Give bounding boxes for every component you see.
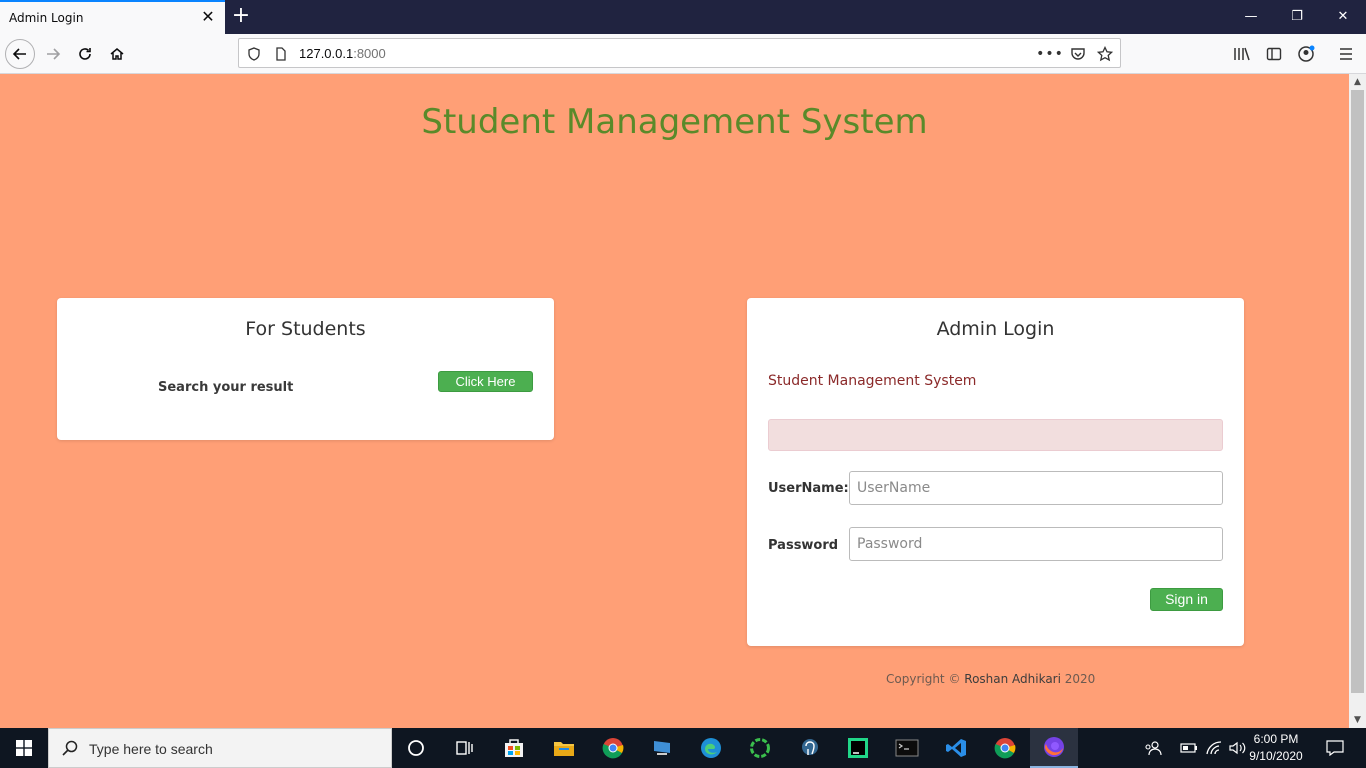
password-input[interactable]	[849, 527, 1223, 561]
forward-button[interactable]	[38, 39, 68, 69]
url-port: :8000	[353, 46, 386, 61]
sidebar-icon[interactable]	[1263, 43, 1285, 65]
menu-icon[interactable]	[1335, 43, 1357, 65]
home-button[interactable]	[102, 39, 132, 69]
close-window-button[interactable]: ✕	[1320, 0, 1366, 34]
vscode-icon[interactable]	[932, 728, 980, 768]
page-content: Student Management System For Students S…	[0, 74, 1349, 728]
admin-login-card: Admin Login Student Management System Us…	[747, 298, 1244, 646]
navigation-toolbar: 127.0.0.1:8000 •••	[0, 34, 1366, 74]
bookmark-star-icon[interactable]	[1096, 45, 1114, 63]
tab-close-icon[interactable]: ✕	[199, 8, 217, 26]
task-view-icon[interactable]	[440, 728, 488, 768]
copyright-year: 2020	[1060, 672, 1096, 686]
clock-date: 9/10/2020	[1249, 749, 1303, 763]
page-actions-icon[interactable]: •••	[1036, 45, 1063, 63]
new-tab-button[interactable]: +	[230, 4, 252, 28]
postgresql-icon[interactable]	[786, 728, 834, 768]
reload-button[interactable]	[70, 39, 100, 69]
clock-time: 6:00 PM	[1253, 732, 1299, 746]
file-explorer-icon[interactable]	[540, 728, 588, 768]
forward-arrow-icon	[47, 48, 61, 60]
page-info-icon[interactable]	[272, 45, 290, 63]
people-icon[interactable]	[1140, 728, 1166, 768]
tab-bar: Admin Login ✕ + — ❐ ✕	[0, 0, 1366, 34]
sign-in-button[interactable]: Sign in	[1150, 588, 1223, 611]
students-card-heading: For Students	[245, 318, 366, 340]
restore-button[interactable]: ❐	[1274, 0, 1320, 34]
tab-title: Admin Login	[9, 11, 84, 25]
windows-taskbar: Type here to search 6:00 PM 9/10/2020	[0, 728, 1366, 768]
firefox-icon[interactable]	[1030, 728, 1078, 768]
students-card: For Students Search your result Click He…	[57, 298, 554, 440]
tab-admin-login[interactable]: Admin Login ✕	[0, 0, 225, 34]
library-icon[interactable]	[1231, 43, 1253, 65]
wifi-icon[interactable]	[1204, 728, 1226, 768]
username-label: UserName:	[768, 481, 849, 496]
pocket-icon[interactable]	[1069, 45, 1087, 63]
home-icon	[110, 48, 124, 60]
terminal-icon[interactable]	[883, 728, 931, 768]
scroll-thumb[interactable]	[1351, 90, 1364, 693]
copyright-prefix: Copyright ©	[886, 672, 965, 686]
cortana-icon[interactable]	[392, 728, 440, 768]
account-icon[interactable]	[1295, 43, 1317, 65]
admin-login-heading: Admin Login	[936, 318, 1055, 340]
copyright-footer: Copyright © Roshan Adhikari 2020	[886, 672, 1095, 686]
chrome-icon[interactable]	[589, 728, 637, 768]
alert-message-box	[768, 419, 1223, 451]
admin-subtitle: Student Management System	[768, 373, 977, 389]
search-placeholder: Type here to search	[89, 741, 213, 757]
scroll-up-icon[interactable]: ▲	[1349, 74, 1366, 90]
reload-icon	[79, 48, 91, 60]
url-host: 127.0.0.1	[299, 46, 354, 61]
click-here-button[interactable]: Click Here	[438, 371, 533, 392]
system-clock[interactable]: 6:00 PM 9/10/2020	[1242, 731, 1310, 765]
start-button[interactable]	[0, 728, 48, 768]
pycharm-icon[interactable]	[834, 728, 882, 768]
back-button[interactable]	[5, 39, 35, 69]
taskbar-search[interactable]: Type here to search	[48, 728, 392, 768]
username-input[interactable]	[849, 471, 1223, 505]
back-arrow-icon	[12, 48, 26, 60]
minimize-button[interactable]: —	[1228, 0, 1274, 34]
search-icon	[62, 740, 78, 756]
url-text[interactable]: 127.0.0.1:8000	[299, 46, 386, 61]
sync-app-icon[interactable]	[736, 728, 784, 768]
chrome-icon-2[interactable]	[981, 728, 1029, 768]
edge-icon[interactable]	[687, 728, 735, 768]
address-bar[interactable]: 127.0.0.1:8000 •••	[238, 38, 1121, 68]
battery-icon[interactable]	[1178, 728, 1200, 768]
tracking-shield-icon[interactable]	[245, 45, 263, 63]
page-scrollbar[interactable]: ▲ ▼	[1349, 74, 1366, 728]
windows-logo-icon	[16, 740, 32, 756]
password-label: Password	[768, 538, 839, 553]
notification-icon[interactable]	[1320, 728, 1350, 768]
copyright-name: Roshan Adhikari	[964, 672, 1061, 686]
store-icon[interactable]	[490, 728, 538, 768]
page-title: Student Management System	[421, 102, 928, 142]
search-result-text: Search your result	[158, 380, 294, 395]
remote-desktop-icon[interactable]	[638, 728, 686, 768]
scroll-down-icon[interactable]: ▼	[1349, 712, 1366, 728]
